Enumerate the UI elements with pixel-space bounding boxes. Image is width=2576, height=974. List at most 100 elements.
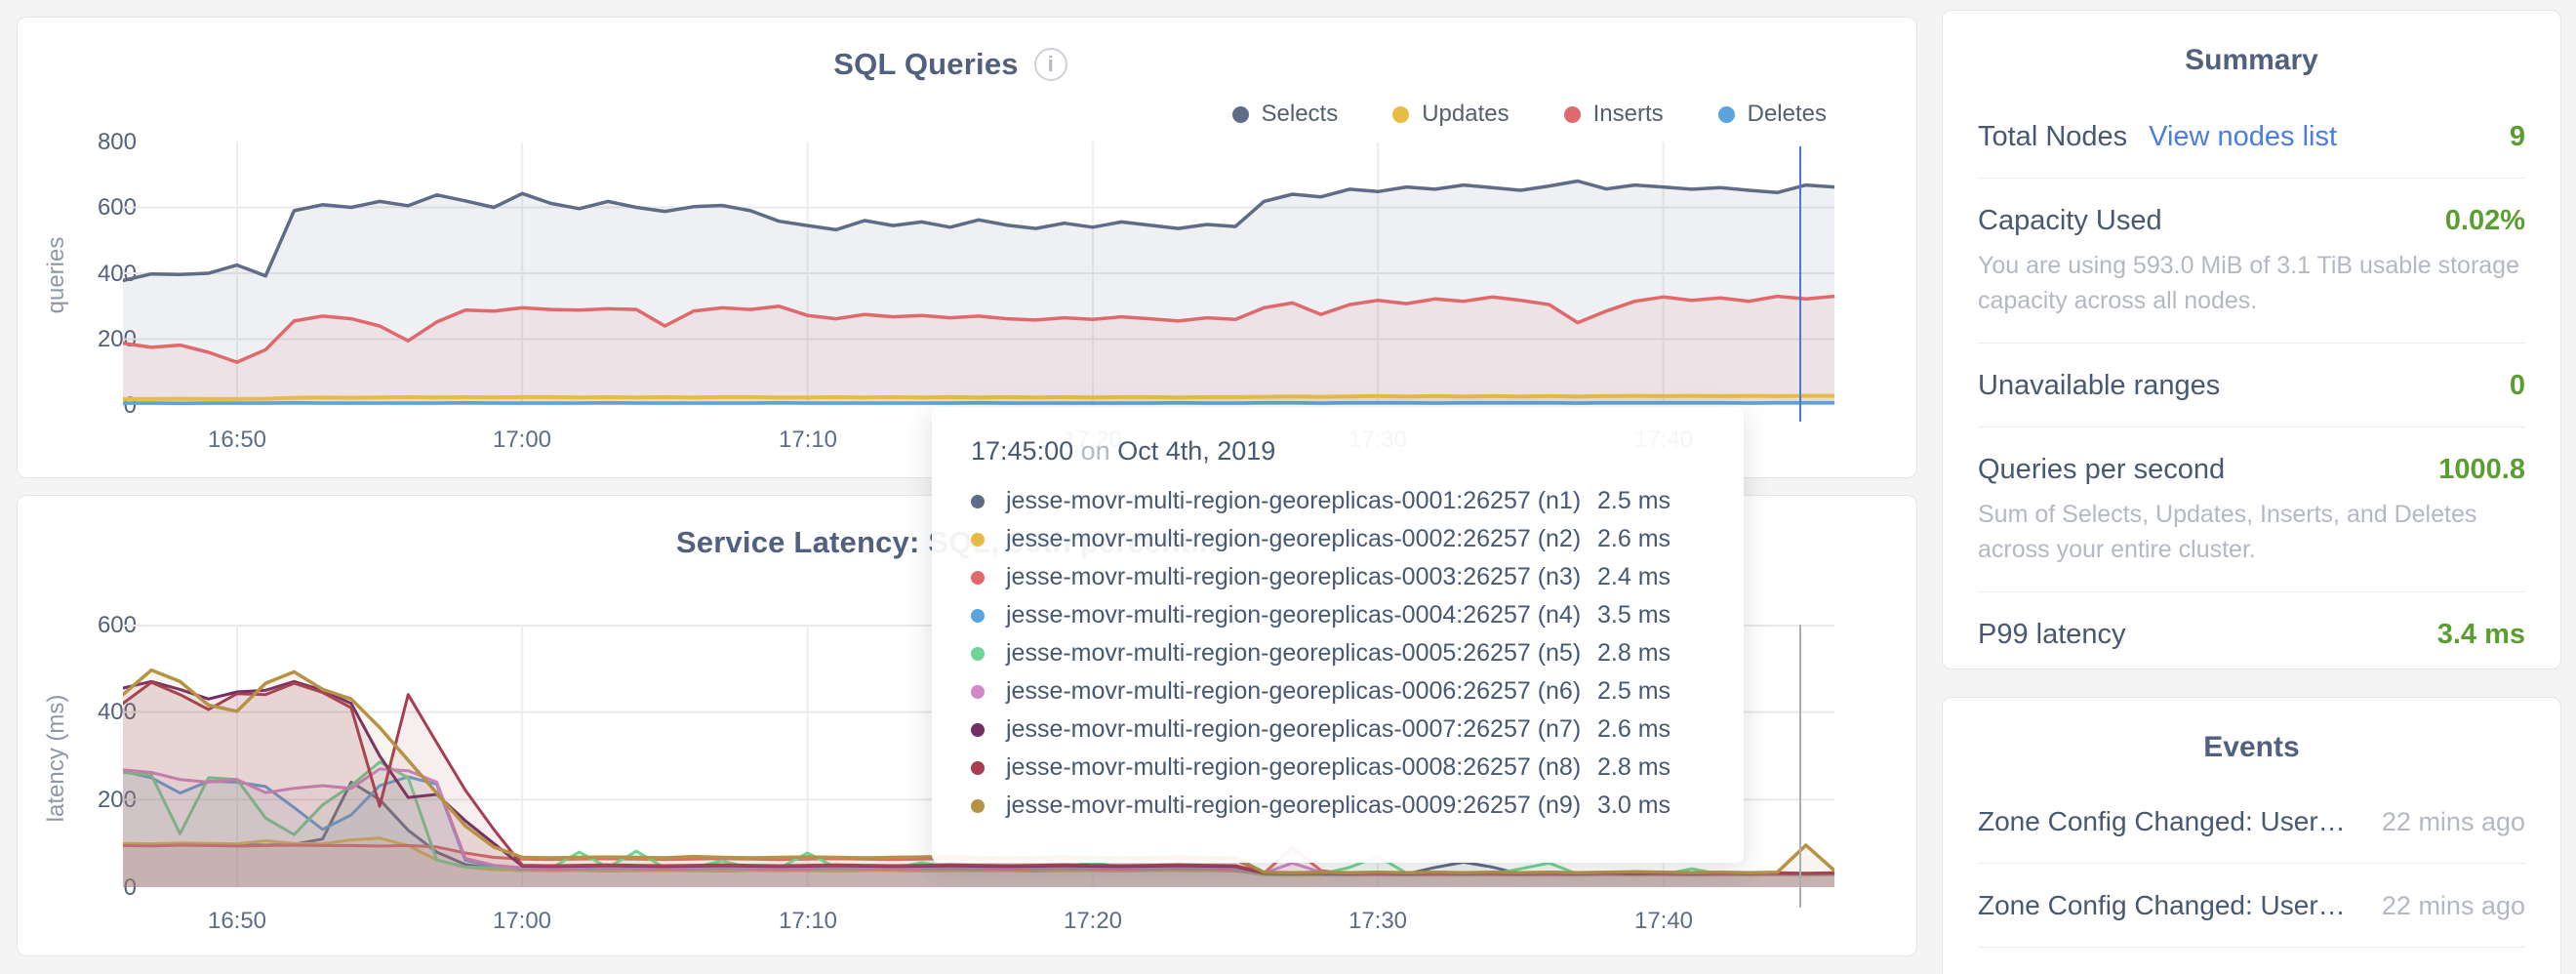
tooltip-node-row: jesse-movr-multi-region-georeplicas-0003… xyxy=(971,558,1703,596)
node-series-dot-icon xyxy=(971,609,985,623)
unavailable-ranges-value: 0 xyxy=(2510,370,2525,402)
event-name[interactable]: Zone Config Changed: User… xyxy=(1978,890,2346,921)
tooltip-node-row: jesse-movr-multi-region-georeplicas-0002… xyxy=(971,520,1703,558)
tooltip-node-row: jesse-movr-multi-region-georeplicas-0006… xyxy=(971,672,1703,710)
y-tick: 0 xyxy=(29,392,137,420)
deletes-dot-icon xyxy=(1718,106,1735,123)
events-list: Zone Config Changed: User… 22 mins ago Z… xyxy=(1943,780,2560,974)
event-row[interactable]: Zone Config Changed: User… 22 mins ago xyxy=(1978,780,2525,864)
chart-hover-tooltip: 17:45:00 on Oct 4th, 2019 jesse-movr-mul… xyxy=(932,407,1744,863)
total-nodes-label: Total Nodes xyxy=(1978,121,2127,153)
node-name: jesse-movr-multi-region-georeplicas-0008… xyxy=(1006,753,1597,782)
tooltip-node-row: jesse-movr-multi-region-georeplicas-0001… xyxy=(971,482,1703,520)
node-latency-value: 2.8 ms xyxy=(1597,753,1703,782)
y-axis-label: latency (ms) xyxy=(43,651,70,866)
hover-crosshair-line xyxy=(1799,146,1801,422)
total-nodes-value: 9 xyxy=(2510,121,2525,153)
events-panel-title: Events xyxy=(1943,698,2560,764)
capacity-used-value: 0.02% xyxy=(2445,205,2525,237)
unavailable-ranges-label: Unavailable ranges xyxy=(1978,370,2220,402)
legend-label: Selects xyxy=(1262,101,1339,128)
event-name[interactable]: Zone Config Changed: User… xyxy=(1978,806,2346,837)
node-name: jesse-movr-multi-region-georeplicas-0009… xyxy=(1006,791,1597,820)
x-tick: 17:00 xyxy=(454,426,590,454)
y-tick: 600 xyxy=(29,612,137,639)
capacity-used-description: You are using 593.0 MiB of 3.1 TiB usabl… xyxy=(1978,249,2525,318)
x-tick: 16:50 xyxy=(169,426,305,454)
node-latency-value: 2.8 ms xyxy=(1597,639,1703,668)
event-row[interactable]: Zone Config Changed: User… 22 mins ago xyxy=(1978,864,2525,948)
tooltip-time: 17:45:00 xyxy=(971,436,1073,466)
node-series-dot-icon xyxy=(971,533,985,547)
hover-crosshair-line xyxy=(1799,625,1801,908)
node-series-dot-icon xyxy=(971,723,985,737)
legend-label: Inserts xyxy=(1593,101,1664,128)
tooltip-on: on xyxy=(1081,436,1110,466)
p99-latency-label: P99 latency xyxy=(1978,619,2126,651)
node-series-dot-icon xyxy=(971,761,985,775)
view-nodes-list-link[interactable]: View nodes list xyxy=(2149,121,2337,153)
y-axis-label: queries xyxy=(43,168,70,383)
event-row[interactable]: Zone Config Changed: User… 22 mins ago xyxy=(1978,948,2525,974)
x-tick: 16:50 xyxy=(169,908,305,935)
capacity-used-label: Capacity Used xyxy=(1978,205,2162,237)
tooltip-date: Oct 4th, 2019 xyxy=(1117,436,1275,466)
queries-per-second-label: Queries per second xyxy=(1978,454,2225,486)
selects-dot-icon xyxy=(1232,106,1249,123)
node-name: jesse-movr-multi-region-georeplicas-0006… xyxy=(1006,677,1597,706)
node-name: jesse-movr-multi-region-georeplicas-0001… xyxy=(1006,487,1597,515)
node-name: jesse-movr-multi-region-georeplicas-0004… xyxy=(1006,601,1597,629)
updates-dot-icon xyxy=(1392,106,1409,123)
summary-row-total-nodes: Total Nodes View nodes list 9 xyxy=(1978,95,2525,179)
queries-per-second-value: 1000.8 xyxy=(2438,454,2525,486)
summary-body: Total Nodes View nodes list 9 Capacity U… xyxy=(1943,95,2560,675)
node-series-dot-icon xyxy=(971,799,985,813)
node-latency-value: 2.6 ms xyxy=(1597,525,1703,553)
info-icon[interactable]: i xyxy=(1034,48,1067,81)
events-panel: Events Zone Config Changed: User… 22 min… xyxy=(1942,697,2561,974)
tooltip-timestamp: 17:45:00 on Oct 4th, 2019 xyxy=(971,436,1703,467)
legend-label: Updates xyxy=(1422,101,1509,128)
queries-per-second-description: Sum of Selects, Updates, Inserts, and De… xyxy=(1978,498,2525,567)
legend-label: Deletes xyxy=(1748,101,1827,128)
x-tick: 17:30 xyxy=(1309,908,1446,935)
summary-row-p99-latency: P99 latency 3.4 ms xyxy=(1978,592,2525,675)
event-time: 22 mins ago xyxy=(2382,807,2525,837)
tooltip-node-row: jesse-movr-multi-region-georeplicas-0009… xyxy=(971,787,1703,825)
legend-item-inserts: Inserts xyxy=(1564,101,1664,128)
legend-item-selects: Selects xyxy=(1232,101,1339,128)
x-tick: 17:40 xyxy=(1595,908,1732,935)
node-series-dot-icon xyxy=(971,495,985,508)
tooltip-node-row: jesse-movr-multi-region-georeplicas-0007… xyxy=(971,710,1703,749)
node-series-dot-icon xyxy=(971,685,985,699)
x-tick: 17:20 xyxy=(1025,908,1161,935)
node-series-dot-icon xyxy=(971,571,985,585)
p99-latency-value: 3.4 ms xyxy=(2437,619,2525,651)
legend-item-updates: Updates xyxy=(1392,101,1509,128)
node-series-dot-icon xyxy=(971,647,985,661)
summary-row-capacity: Capacity Used 0.02% You are using 593.0 … xyxy=(1978,179,2525,344)
x-tick: 17:00 xyxy=(454,908,590,935)
y-tick: 0 xyxy=(29,874,137,902)
sql-queries-plot-area[interactable] xyxy=(123,142,1834,405)
tooltip-node-row: jesse-movr-multi-region-georeplicas-0005… xyxy=(971,634,1703,672)
cluster-dashboard-page: { "colors": { "n1": "#5f6c87", "n2": "#e… xyxy=(0,0,2576,974)
summary-row-qps: Queries per second 1000.8 Sum of Selects… xyxy=(1978,427,2525,592)
x-tick: 17:10 xyxy=(740,908,876,935)
node-name: jesse-movr-multi-region-georeplicas-0003… xyxy=(1006,563,1597,591)
legend-item-deletes: Deletes xyxy=(1718,101,1827,128)
node-latency-value: 2.6 ms xyxy=(1597,715,1703,744)
summary-panel: Summary Total Nodes View nodes list 9 Ca… xyxy=(1942,10,2561,670)
node-name: jesse-movr-multi-region-georeplicas-0007… xyxy=(1006,715,1597,744)
node-latency-value: 2.4 ms xyxy=(1597,563,1703,591)
node-latency-value: 2.5 ms xyxy=(1597,487,1703,515)
sql-queries-legend: Selects Updates Inserts Deletes xyxy=(1232,101,1828,128)
node-name: jesse-movr-multi-region-georeplicas-0002… xyxy=(1006,525,1597,553)
event-time: 22 mins ago xyxy=(2382,891,2525,921)
node-latency-value: 3.5 ms xyxy=(1597,601,1703,629)
y-tick: 800 xyxy=(29,129,137,156)
x-tick: 17:10 xyxy=(740,426,876,454)
node-latency-value: 2.5 ms xyxy=(1597,677,1703,706)
inserts-dot-icon xyxy=(1564,106,1581,123)
summary-panel-title: Summary xyxy=(1943,11,2560,77)
